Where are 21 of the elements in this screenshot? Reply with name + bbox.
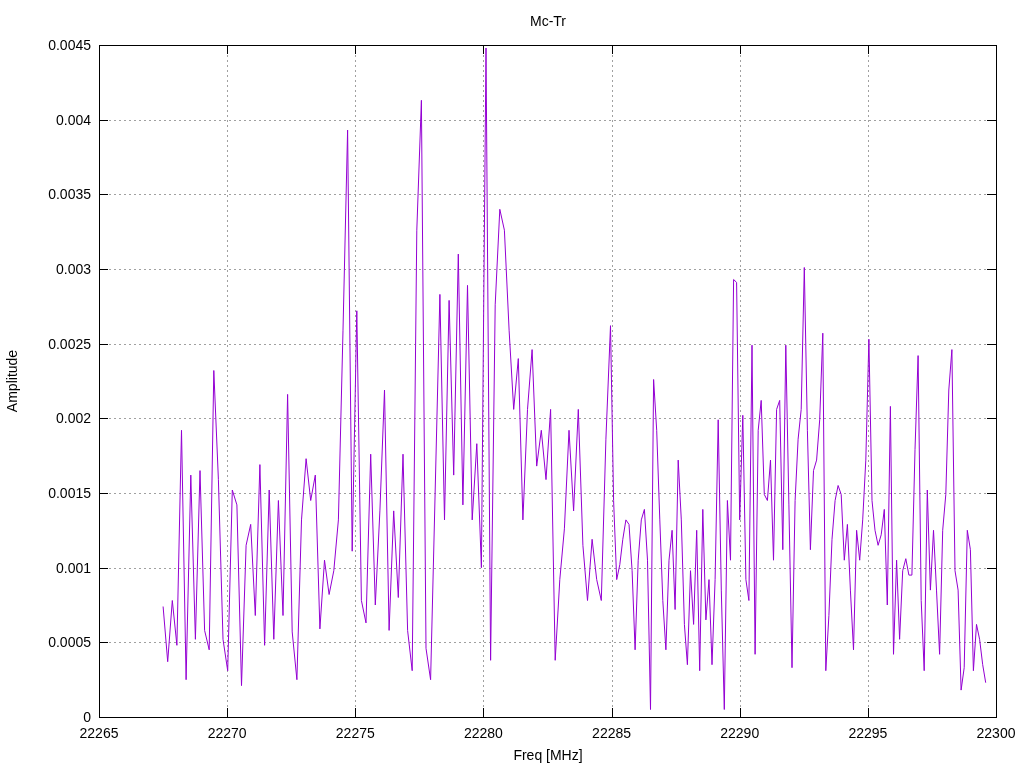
y-tick-label: 0.003 [55,261,91,277]
y-tick-label: 0.0035 [48,186,91,203]
y-tick-label: 0.0015 [48,485,91,501]
x-tick-label: 22275 [335,725,375,741]
y-tick-label: 0.001 [55,559,91,576]
x-tick-label: 22265 [79,725,119,741]
x-tick-label: 22280 [463,725,503,741]
x-tick-label: 22300 [976,725,1016,741]
x-tick-label: 22285 [592,725,632,741]
x-tick-label: 22295 [848,725,888,741]
y-axis-label: Amplitude [4,349,20,413]
chart-title: Mc-Tr [530,13,566,29]
y-tick-label: 0.004 [55,111,91,128]
y-tick-label: 0 [83,709,91,725]
x-tick-label: 22270 [207,725,247,741]
y-tick-label: 0.0025 [48,335,91,352]
y-tick-label: 0.0045 [48,37,91,53]
y-tick-label: 0.002 [55,410,91,427]
y-tick-label: 0.0005 [48,634,91,651]
x-axis-label: Freq [MHz] [513,747,583,763]
x-tick-label: 22290 [720,725,760,741]
